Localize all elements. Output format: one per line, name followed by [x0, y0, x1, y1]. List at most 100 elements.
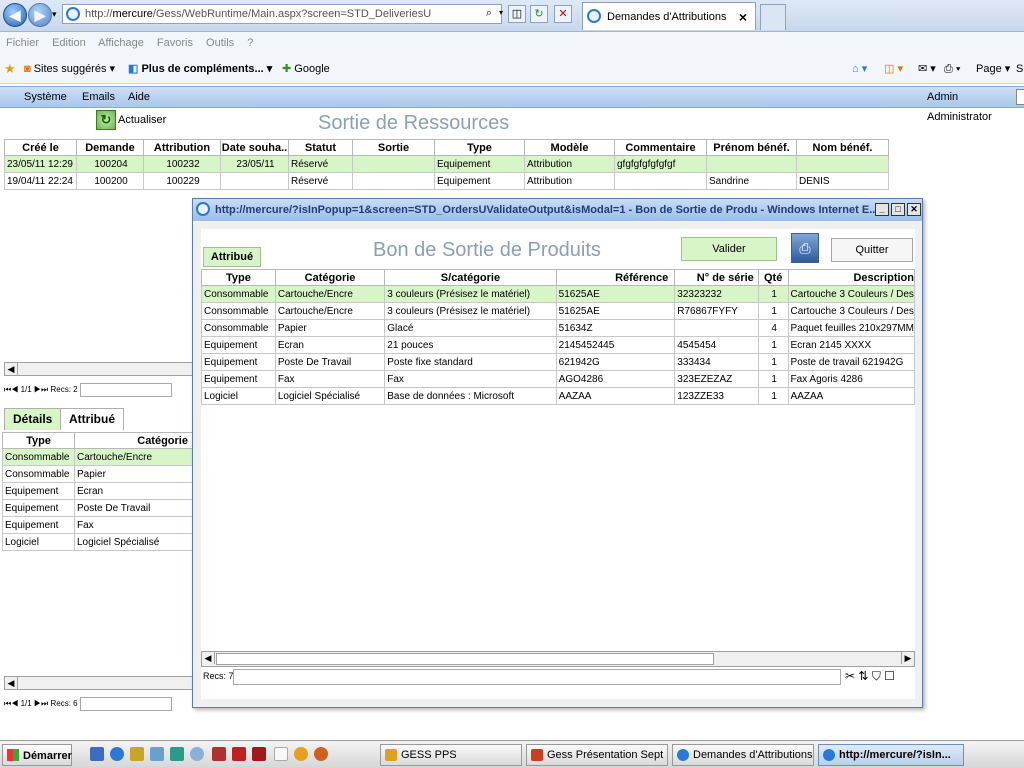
- suggested-sites-link[interactable]: ◙ Sites suggérés ▾: [24, 54, 115, 84]
- validate-button[interactable]: Valider: [681, 237, 777, 261]
- table-row[interactable]: Consommable Papier: [2, 465, 193, 483]
- col-header-lastname[interactable]: Nom bénéf.: [796, 139, 889, 156]
- col-header-firstname[interactable]: Prénom bénéf.: [706, 139, 797, 156]
- popup-title-bar[interactable]: http://mercure/?isInPopup=1&screen=STD_O…: [193, 199, 922, 221]
- tab-close-icon[interactable]: ×: [739, 3, 747, 31]
- menu-favoris[interactable]: Favoris: [157, 37, 193, 49]
- app-orange-icon[interactable]: [294, 747, 308, 761]
- table-row[interactable]: Consommable Cartouche/Encre 3 couleurs (Pr…: [201, 285, 916, 303]
- task-demandes[interactable]: Demandes d'Attributions ...: [672, 744, 814, 766]
- table-row[interactable]: Equipement Fax Fax AGO4286 323EZEZAZ 1 Fax Ago…: [201, 370, 916, 388]
- tab-details[interactable]: Détails: [4, 408, 62, 430]
- details-grid-scrollbar[interactable]: ◀: [4, 676, 194, 690]
- google-link[interactable]: ✚ Google: [282, 54, 330, 84]
- task-gess-pps[interactable]: GESS PPS: [380, 744, 522, 766]
- task-presentation[interactable]: Gess Présentation Sept ...: [526, 744, 668, 766]
- table-row[interactable]: Logiciel Logiciel Spécialisé: [2, 533, 193, 551]
- products-grid-scrollbar[interactable]: ◀ ▶: [201, 651, 915, 667]
- app-red-icon[interactable]: [212, 747, 226, 761]
- table-row[interactable]: Equipement Ecran 21 pouces 2145452445 454545…: [201, 336, 916, 354]
- minimize-button[interactable]: _: [875, 203, 889, 216]
- scroll-thumb[interactable]: [216, 653, 714, 665]
- feeds-icon[interactable]: ◫ ▾: [884, 54, 903, 84]
- col-header-subcategory[interactable]: S/catégorie: [384, 269, 557, 286]
- table-row[interactable]: Equipement Poste De Travail: [2, 499, 193, 517]
- user-field[interactable]: [1016, 89, 1024, 105]
- table-row[interactable]: Equipement Poste De Travail Poste fixe sta…: [201, 353, 916, 371]
- scroll-right-icon[interactable]: ▶: [901, 652, 914, 664]
- menu-outils[interactable]: Outils: [206, 37, 234, 49]
- table-row[interactable]: Logiciel Logiciel Spécialisé Base de donné…: [201, 387, 916, 405]
- scroll-left-icon[interactable]: ◀: [5, 363, 18, 375]
- compatibility-icon[interactable]: ◫: [508, 5, 526, 23]
- filter-icon[interactable]: ⛉: [872, 669, 881, 683]
- quit-button[interactable]: Quitter: [831, 238, 913, 262]
- browser-tab-active[interactable]: Demandes d'Attributions ×: [582, 2, 756, 30]
- print-icon[interactable]: ⎙: [791, 233, 819, 263]
- col-header-category[interactable]: Catégorie: [74, 432, 193, 449]
- col-header-quantity[interactable]: Qté: [757, 269, 789, 286]
- col-header-serial[interactable]: N° de série: [674, 269, 759, 286]
- scroll-left-icon[interactable]: ◀: [5, 677, 18, 689]
- table-row[interactable]: Consommable Cartouche/Encre 3 couleurs (Pr…: [201, 302, 916, 320]
- table-row[interactable]: 19/04/11 22:24 100200 100229 Réservé Equ…: [4, 172, 889, 190]
- refresh-icon[interactable]: ↻: [530, 5, 548, 23]
- records-search-box[interactable]: [233, 669, 841, 685]
- pager-first-icon[interactable]: ⏮◀: [4, 699, 21, 708]
- network-icon[interactable]: [150, 747, 164, 761]
- table-row[interactable]: 23/05/11 12:29 100204 100232 23/05/11 Ré…: [4, 155, 889, 173]
- page-menu[interactable]: Page ▾: [976, 54, 1010, 84]
- maximize-button[interactable]: □: [891, 203, 905, 216]
- menu-affichage[interactable]: Affichage: [98, 37, 144, 49]
- print-icon[interactable]: ⎙ ▾: [944, 54, 960, 84]
- pager-next-icon[interactable]: ▶⏭: [32, 385, 51, 394]
- stop-icon[interactable]: ✕: [554, 5, 572, 23]
- app-quicklaunch-icon[interactable]: [130, 747, 144, 761]
- col-header-reference[interactable]: Référence: [555, 269, 676, 286]
- clear-filter-icon[interactable]: ✂: [845, 669, 855, 683]
- task-popup[interactable]: http://mercure/?isIn...: [818, 744, 964, 766]
- menu-edition[interactable]: Edition: [52, 37, 86, 49]
- menu-fichier[interactable]: Fichier: [6, 37, 39, 49]
- ie-quicklaunch-icon[interactable]: [110, 747, 124, 761]
- refresh-button[interactable]: ↻ Actualiser: [96, 110, 166, 132]
- table-row[interactable]: Consommable Papier Glacé 51634Z 4 Paquet feui…: [201, 319, 916, 337]
- col-header-date-wanted[interactable]: Date souha..: [220, 139, 289, 156]
- table-row[interactable]: Consommable Cartouche/Encre: [2, 448, 193, 466]
- app-dark-red-icon[interactable]: [252, 747, 266, 761]
- col-header-comment[interactable]: Commentaire: [614, 139, 707, 156]
- favorites-star-icon[interactable]: ★: [4, 54, 16, 84]
- url-input[interactable]: http://mercure/Gess/WebRuntime/Main.aspx…: [62, 4, 502, 24]
- col-header-output[interactable]: Sortie: [352, 139, 435, 156]
- mail-icon[interactable]: ✉ ▾: [918, 54, 936, 84]
- col-header-model[interactable]: Modèle: [524, 139, 615, 156]
- firefox-icon[interactable]: [314, 747, 328, 761]
- app-menu-aide[interactable]: Aide: [128, 87, 150, 107]
- checkbox-icon[interactable]: ☐: [884, 669, 895, 683]
- left-grid-scrollbar[interactable]: ◀: [4, 362, 194, 376]
- scroll-left-icon[interactable]: ◀: [202, 652, 215, 664]
- col-header-category[interactable]: Catégorie: [274, 269, 386, 286]
- col-header-status[interactable]: Statut: [288, 139, 353, 156]
- col-header-type[interactable]: Type: [201, 269, 276, 286]
- filezilla-icon[interactable]: [232, 747, 246, 761]
- back-button[interactable]: ◀: [3, 3, 27, 27]
- start-button[interactable]: Démarrer: [2, 744, 72, 766]
- col-header-created[interactable]: Créé le: [4, 139, 77, 156]
- sort-az-icon[interactable]: ⇅: [858, 669, 868, 683]
- col-header-request[interactable]: Demande: [76, 139, 144, 156]
- col-header-type[interactable]: Type: [434, 139, 525, 156]
- col-header-type[interactable]: Type: [2, 432, 75, 449]
- home-icon[interactable]: ⌂ ▾: [852, 54, 867, 84]
- tab-attribue[interactable]: Attribué: [203, 247, 261, 267]
- search-icon[interactable]: [190, 747, 204, 761]
- pager-search-box[interactable]: [79, 697, 172, 711]
- tool-icon[interactable]: [170, 747, 184, 761]
- forward-button[interactable]: ▶: [28, 3, 52, 27]
- new-tab-button[interactable]: [760, 4, 786, 30]
- menu-help[interactable]: ?: [247, 37, 253, 49]
- table-row[interactable]: Equipement Fax: [2, 516, 193, 534]
- tab-attribue[interactable]: Attribué: [60, 408, 124, 430]
- more-addons-link[interactable]: ◧ Plus de compléments... ▾: [128, 54, 272, 84]
- close-button[interactable]: ✕: [907, 203, 921, 216]
